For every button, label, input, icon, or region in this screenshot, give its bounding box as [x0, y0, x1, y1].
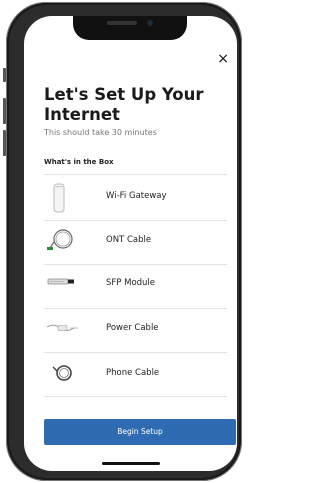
list-item-power-cable: Power Cable — [44, 310, 227, 350]
phone-cable-icon — [44, 355, 88, 395]
list-item-label: Power Cable — [106, 323, 159, 333]
divider — [44, 396, 227, 397]
divider — [44, 308, 227, 309]
close-icon[interactable]: × — [217, 52, 229, 66]
notch — [73, 16, 187, 40]
front-camera — [147, 20, 153, 26]
list-item-label: SFP Module — [106, 278, 156, 288]
speaker-grille — [107, 21, 137, 25]
page-title: Let's Set Up Your Internet — [44, 85, 204, 124]
list-item-label: Wi-Fi Gateway — [106, 191, 167, 201]
divider — [44, 174, 227, 175]
volume-up-button — [3, 98, 6, 124]
divider — [44, 352, 227, 353]
list-item-label: ONT Cable — [106, 235, 152, 245]
section-title: What's in the Box — [44, 158, 114, 166]
list-item-label: Phone Cable — [106, 368, 160, 378]
sfp-module-icon — [44, 265, 88, 305]
list-item-ont-cable: ONT Cable — [44, 222, 227, 262]
ont-cable-icon — [44, 222, 88, 262]
list-item-sfp-module: SFP Module — [44, 265, 227, 305]
phone-frame: × Let's Set Up Your Internet This should… — [3, 2, 242, 481]
volume-down-button — [3, 130, 6, 156]
divider — [44, 220, 227, 221]
begin-setup-button[interactable]: Begin Setup — [44, 419, 236, 445]
home-indicator — [102, 462, 160, 465]
list-item-phone-cable: Phone Cable — [44, 355, 227, 395]
mute-switch — [3, 68, 6, 82]
list-item-wifi-gateway: Wi-Fi Gateway — [44, 178, 227, 218]
power-cable-icon — [44, 310, 88, 350]
page-subtitle: This should take 30 minutes — [44, 128, 157, 137]
wifi-gateway-icon — [44, 178, 88, 218]
app-screen: × Let's Set Up Your Internet This should… — [24, 16, 237, 471]
